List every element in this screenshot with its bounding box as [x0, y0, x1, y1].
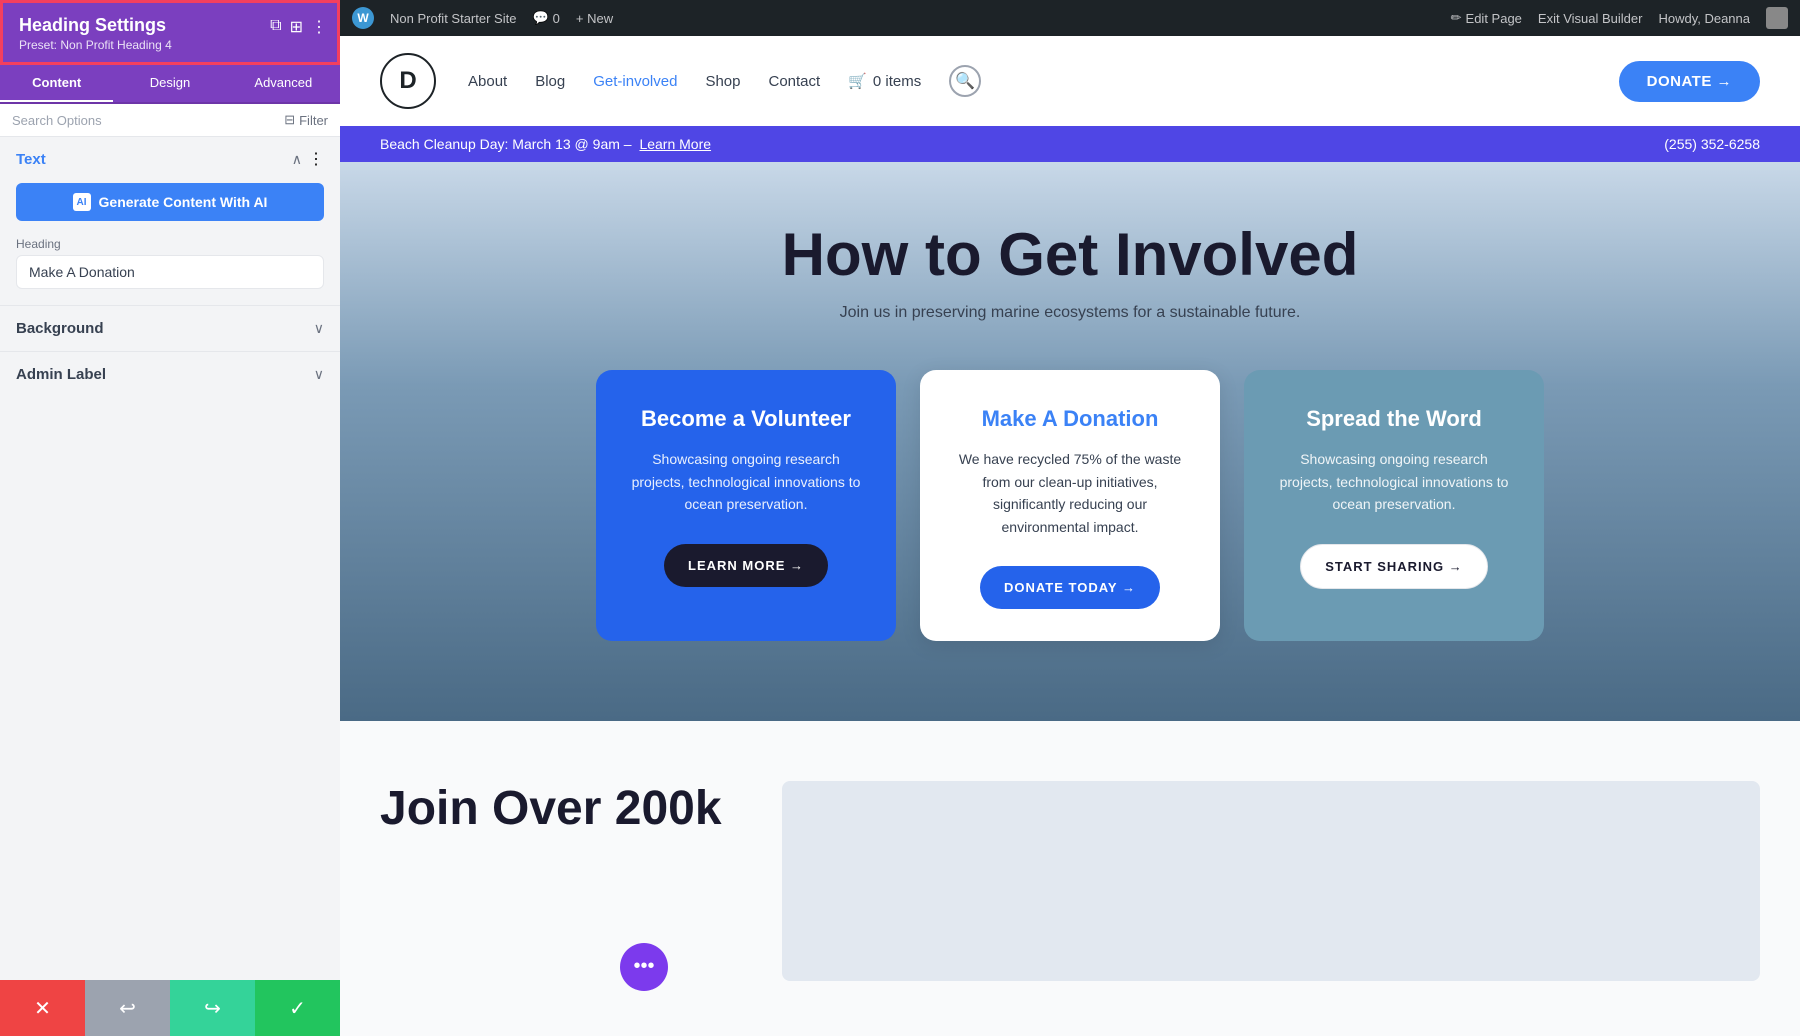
site-nav: About Blog Get-involved Shop Contact 🛒 0…: [468, 65, 1599, 97]
sharing-card: Spread the Word Showcasing ongoing resea…: [1244, 370, 1544, 641]
text-section-header[interactable]: Text ∧ ⋮: [0, 137, 340, 179]
site-logo[interactable]: D: [380, 53, 436, 109]
nav-get-involved[interactable]: Get-involved: [593, 73, 677, 90]
settings-panel: Heading Settings Preset: Non Profit Head…: [0, 0, 340, 1036]
background-section-title: Background: [16, 320, 104, 337]
text-section: Text ∧ ⋮ AI Generate Content With AI Hea…: [0, 137, 340, 305]
purple-dot-button[interactable]: •••: [620, 943, 668, 991]
search-button[interactable]: 🔍: [949, 65, 981, 97]
site-header: D About Blog Get-involved Shop Contact 🛒…: [340, 36, 1800, 126]
nav-shop[interactable]: Shop: [705, 73, 740, 90]
donate-header-button[interactable]: DONATE →: [1619, 61, 1760, 102]
nav-contact[interactable]: Contact: [769, 73, 821, 90]
donation-card-title: Make A Donation: [952, 406, 1188, 432]
dots-icon: •••: [633, 955, 654, 978]
filter-button[interactable]: ⊟ Filter: [284, 112, 328, 128]
close-button[interactable]: ✕: [0, 980, 85, 1036]
nav-blog[interactable]: Blog: [535, 73, 565, 90]
admin-label-section-header[interactable]: Admin Label ∨: [0, 352, 340, 397]
check-icon: ✓: [289, 996, 306, 1021]
admin-avatar: [1766, 7, 1788, 29]
hero-title: How to Get Involved: [380, 222, 1760, 288]
heading-input[interactable]: [16, 255, 324, 289]
more-text-icon[interactable]: ⋮: [308, 149, 324, 169]
admin-chevron-down-icon: ∨: [314, 366, 324, 383]
background-section: Background ∨: [0, 305, 340, 351]
donate-today-button[interactable]: DONATE TODAY →: [980, 566, 1160, 609]
sharing-card-title: Spread the Word: [1276, 406, 1512, 432]
hero-section: How to Get Involved Join us in preservin…: [340, 162, 1800, 721]
ai-generate-button[interactable]: AI Generate Content With AI: [16, 183, 324, 221]
howdy-text: Howdy, Deanna: [1658, 11, 1750, 26]
chevron-up-icon: ∧: [292, 151, 302, 168]
window-icon[interactable]: ⧉: [270, 17, 281, 37]
edit-page-label: Edit Page: [1466, 11, 1522, 26]
announcement-text: Beach Cleanup Day: March 13 @ 9am – Lear…: [380, 136, 711, 152]
pencil-icon: ✏: [1451, 10, 1462, 26]
search-icon: 🔍: [955, 71, 975, 91]
grid-icon[interactable]: ⊞: [290, 17, 303, 37]
heading-field-label: Heading: [0, 233, 340, 255]
new-link[interactable]: + New: [576, 11, 613, 26]
redo-button[interactable]: ↪: [170, 980, 255, 1036]
exit-builder-link[interactable]: Exit Visual Builder: [1538, 11, 1643, 26]
sharing-card-body: Showcasing ongoing research projects, te…: [1276, 448, 1512, 515]
close-icon: ✕: [34, 996, 51, 1021]
panel-tabs: Content Design Advanced: [0, 65, 340, 104]
volunteer-card-button[interactable]: LEARN MORE →: [664, 544, 828, 587]
cart-icon: 🛒: [848, 72, 867, 90]
admin-bar: W Non Profit Starter Site 💬 0 + New ✏ Ed…: [340, 0, 1800, 36]
cards-grid: Become a Volunteer Showcasing ongoing re…: [380, 370, 1760, 641]
search-options-placeholder: Search Options: [12, 113, 284, 128]
tab-content[interactable]: Content: [0, 65, 113, 102]
background-section-header[interactable]: Background ∨: [0, 306, 340, 351]
chevron-down-icon: ∨: [314, 320, 324, 337]
panel-preset: Preset: Non Profit Heading 4: [19, 38, 321, 52]
admin-label-title: Admin Label: [16, 366, 106, 383]
volunteer-card-body: Showcasing ongoing research projects, te…: [628, 448, 864, 515]
cart-area[interactable]: 🛒 0 items: [848, 72, 921, 90]
join-title: Join Over 200k: [380, 781, 722, 981]
admin-bar-right: ✏ Edit Page Exit Visual Builder Howdy, D…: [1451, 7, 1788, 29]
admin-label-section: Admin Label ∨: [0, 351, 340, 397]
more-options-icon[interactable]: ⋮: [311, 17, 327, 37]
text-section-actions: ∧ ⋮: [292, 149, 324, 169]
filter-icon: ⊟: [284, 112, 295, 128]
panel-header-icons: ⧉ ⊞ ⋮: [270, 17, 327, 37]
announcement-phone: (255) 352-6258: [1664, 136, 1760, 152]
comments-link[interactable]: 💬 0: [532, 10, 559, 26]
ai-btn-label: Generate Content With AI: [99, 194, 268, 210]
below-hero-image: [782, 781, 1760, 981]
comment-icon: 💬: [532, 10, 548, 26]
redo-icon: ↪: [204, 996, 221, 1021]
cart-count: 0 items: [873, 73, 921, 90]
comments-count: 0: [553, 11, 560, 26]
volunteer-card-title: Become a Volunteer: [628, 406, 864, 432]
bottom-bar: ✕ ↩ ↪ ✓: [0, 980, 340, 1036]
ai-icon: AI: [73, 193, 91, 211]
filter-label: Filter: [299, 113, 328, 128]
save-button[interactable]: ✓: [255, 980, 340, 1036]
donation-card: Make A Donation We have recycled 75% of …: [920, 370, 1220, 641]
search-filter-row: Search Options ⊟ Filter: [0, 104, 340, 137]
tab-advanced[interactable]: Advanced: [227, 65, 340, 102]
hero-subtitle: Join us in preserving marine ecosystems …: [380, 304, 1760, 322]
tab-design[interactable]: Design: [113, 65, 226, 102]
donation-card-body: We have recycled 75% of the waste from o…: [952, 448, 1188, 538]
undo-icon: ↩: [119, 996, 136, 1021]
volunteer-card: Become a Volunteer Showcasing ongoing re…: [596, 370, 896, 641]
edit-page-link[interactable]: ✏ Edit Page: [1451, 10, 1522, 26]
announcement-bar: Beach Cleanup Day: March 13 @ 9am – Lear…: [340, 126, 1800, 162]
below-hero: Join Over 200k •••: [340, 721, 1800, 1036]
undo-button[interactable]: ↩: [85, 980, 170, 1036]
learn-more-link[interactable]: Learn More: [639, 136, 711, 152]
panel-header: Heading Settings Preset: Non Profit Head…: [0, 0, 340, 65]
wp-logo[interactable]: W: [352, 7, 374, 29]
nav-about[interactable]: About: [468, 73, 507, 90]
site-name-link[interactable]: Non Profit Starter Site: [390, 11, 516, 26]
main-content: W Non Profit Starter Site 💬 0 + New ✏ Ed…: [340, 0, 1800, 1036]
text-section-title: Text: [16, 151, 46, 168]
start-sharing-button[interactable]: START SHARING →: [1300, 544, 1488, 589]
